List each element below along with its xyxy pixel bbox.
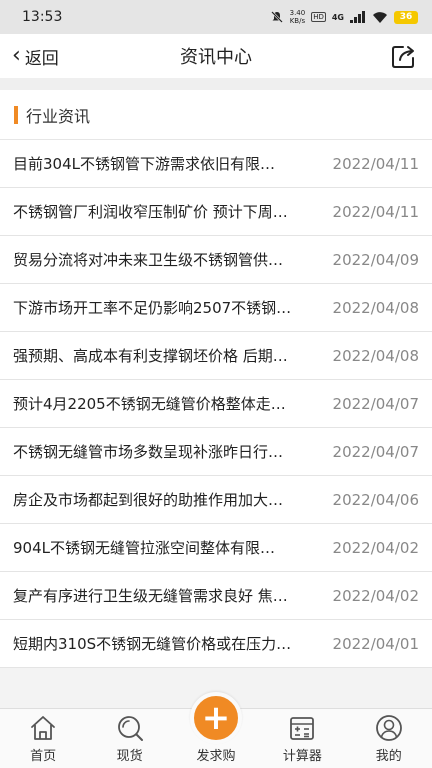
tab-post-label: 发求购	[196, 749, 236, 764]
news-item[interactable]: 目前304L不锈钢管下游需求依旧有限… 2022/04/11	[0, 140, 432, 188]
news-title: 下游市场开工率不足仍影响2507不锈钢…	[13, 299, 292, 317]
news-title: 目前304L不锈钢管下游需求依旧有限…	[13, 155, 275, 173]
battery-icon: 36	[394, 10, 418, 24]
news-item[interactable]: 不锈钢无缝管市场多数呈现补涨昨日行… 2022/04/07	[0, 428, 432, 476]
tab-spot[interactable]: 现货	[90, 713, 170, 764]
news-date: 2022/04/08	[332, 298, 419, 317]
tab-calculator[interactable]: 计算器	[262, 713, 342, 764]
news-title: 强预期、高成本有利支撑钢坯价格 后期…	[13, 347, 288, 365]
tab-spot-label: 现货	[116, 749, 143, 764]
net-speed: 3.40 KB/s	[289, 9, 306, 25]
news-date: 2022/04/02	[332, 586, 419, 605]
search-icon	[117, 716, 143, 741]
news-date: 2022/04/09	[332, 250, 419, 269]
wifi-icon	[373, 12, 387, 23]
share-icon[interactable]	[390, 42, 418, 70]
user-icon	[375, 715, 402, 741]
news-date: 2022/04/11	[332, 154, 419, 173]
news-date: 2022/04/11	[332, 202, 419, 221]
section-accent-bar	[14, 105, 18, 124]
tab-mine[interactable]: 我的	[349, 713, 429, 764]
cellular-signal-icon	[350, 11, 365, 23]
news-title: 复产有序进行卫生级无缝管需求良好 焦…	[13, 587, 288, 605]
hd-badge: HD	[311, 12, 326, 22]
bottom-tab-bar: 首页 现货 + 发求购 计算器 我的	[0, 692, 432, 768]
tab-mine-label: 我的	[375, 749, 402, 764]
news-date: 2022/04/08	[332, 346, 419, 365]
news-title: 预计4月2205不锈钢无缝管价格整体走…	[13, 395, 286, 413]
news-date: 2022/04/07	[332, 394, 419, 413]
mute-bell-icon	[270, 11, 283, 23]
section-title: 行业资讯	[26, 106, 91, 126]
news-title: 904L不锈钢无缝管拉涨空间整体有限…	[13, 539, 275, 557]
tab-home-label: 首页	[30, 749, 57, 764]
news-title: 贸易分流将对冲未来卫生级不锈钢管供…	[13, 251, 284, 269]
news-date: 2022/04/07	[332, 442, 419, 461]
section-spacer	[0, 78, 432, 90]
tab-home[interactable]: 首页	[3, 713, 83, 764]
news-item[interactable]: 贸易分流将对冲未来卫生级不锈钢管供… 2022/04/09	[0, 236, 432, 284]
status-time: 13:53	[22, 9, 63, 25]
calculator-icon	[290, 717, 315, 740]
page-title: 资讯中心	[180, 47, 252, 68]
section-header: 行业资讯	[0, 90, 432, 140]
chevron-left-icon: ‹	[12, 43, 21, 68]
news-item[interactable]: 904L不锈钢无缝管拉涨空间整体有限… 2022/04/02	[0, 524, 432, 572]
status-bar: 13:53 3.40 KB/s HD 4G 36	[0, 0, 432, 34]
news-title: 不锈钢无缝管市场多数呈现补涨昨日行…	[13, 443, 284, 461]
news-title: 短期内310S不锈钢无缝管价格或在压力…	[13, 635, 292, 653]
news-item[interactable]: 房企及市场都起到很好的助推作用加大… 2022/04/06	[0, 476, 432, 524]
back-button[interactable]: ‹ 返回	[12, 40, 59, 72]
news-item[interactable]: 下游市场开工率不足仍影响2507不锈钢… 2022/04/08	[0, 284, 432, 332]
news-date: 2022/04/02	[332, 538, 419, 557]
news-list: 目前304L不锈钢管下游需求依旧有限… 2022/04/11 不锈钢管厂利润收窄…	[0, 140, 432, 668]
news-title: 房企及市场都起到很好的助推作用加大…	[13, 491, 284, 509]
news-item[interactable]: 短期内310S不锈钢无缝管价格或在压力… 2022/04/01	[0, 620, 432, 668]
news-date: 2022/04/06	[332, 490, 419, 509]
home-icon	[31, 716, 56, 740]
back-label: 返回	[24, 48, 59, 69]
news-item[interactable]: 预计4月2205不锈钢无缝管价格整体走… 2022/04/07	[0, 380, 432, 428]
news-date: 2022/04/01	[332, 634, 419, 653]
plus-icon: +	[189, 692, 242, 744]
signal-type: 4G	[331, 12, 344, 22]
status-icons: 3.40 KB/s HD 4G 36	[270, 9, 418, 25]
tab-post[interactable]: + 发求购	[176, 692, 256, 764]
tab-calculator-label: 计算器	[282, 749, 322, 764]
nav-bar: ‹ 返回 资讯中心	[0, 34, 432, 78]
news-item[interactable]: 不锈钢管厂利润收窄压制矿价 预计下周… 2022/04/11	[0, 188, 432, 236]
news-item[interactable]: 强预期、高成本有利支撑钢坯价格 后期… 2022/04/08	[0, 332, 432, 380]
news-title: 不锈钢管厂利润收窄压制矿价 预计下周…	[13, 203, 288, 221]
news-item[interactable]: 复产有序进行卫生级无缝管需求良好 焦… 2022/04/02	[0, 572, 432, 620]
